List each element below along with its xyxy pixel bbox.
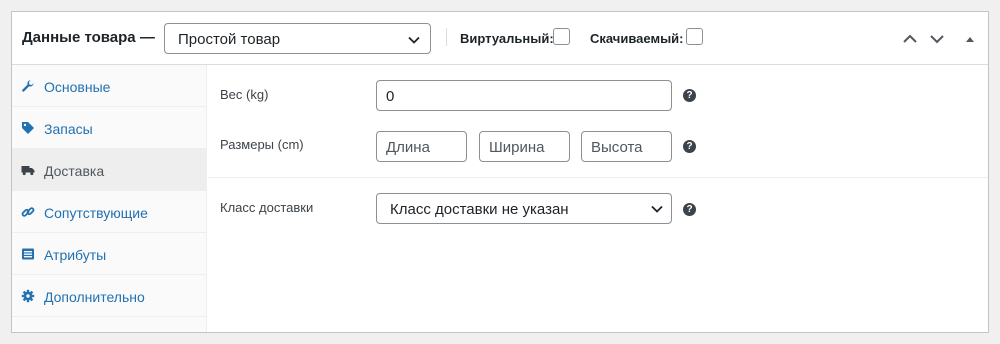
tab-inventory-label: Запасы <box>44 121 93 137</box>
panel-header: Данные товара — Простой товар Виртуальны… <box>12 12 988 65</box>
height-placeholder: Высота <box>591 139 643 156</box>
tab-attributes-label: Атрибуты <box>44 247 107 263</box>
tab-inventory[interactable]: Запасы <box>12 107 207 149</box>
length-placeholder: Длина <box>386 139 430 156</box>
chevron-down-icon <box>930 35 944 44</box>
product-type-value: Простой товар <box>178 31 281 48</box>
weight-input[interactable]: 0 <box>376 80 672 111</box>
weight-value: 0 <box>386 88 395 105</box>
collapse-toggle-button[interactable] <box>960 29 980 49</box>
tab-linked-products[interactable]: Сопутствующие <box>12 191 207 233</box>
tab-shipping-label: Доставка <box>44 163 105 179</box>
chevron-down-icon <box>651 205 663 213</box>
move-down-button[interactable] <box>927 29 947 49</box>
virtual-checkbox[interactable] <box>553 28 570 45</box>
virtual-label: Виртуальный: <box>460 31 554 46</box>
shipping-options-panel: Вес (kg) 0 ? Размеры (cm) Длина Ширина В… <box>208 65 988 332</box>
tab-advanced[interactable]: Дополнительно <box>12 275 207 317</box>
chevron-up-icon <box>903 34 917 43</box>
tag-icon <box>22 122 34 134</box>
shipping-class-select[interactable]: Класс доставки не указан <box>376 193 672 224</box>
height-input[interactable]: Высота <box>581 131 672 162</box>
shipping-class-label: Класс доставки <box>220 200 314 215</box>
dimensions-label: Размеры (cm) <box>220 137 304 152</box>
shipping-class-value: Класс доставки не указан <box>390 201 569 218</box>
tab-shipping[interactable]: Доставка <box>12 149 207 191</box>
tab-general-label: Основные <box>44 79 111 95</box>
list-icon <box>22 248 34 260</box>
dimensions-help-icon[interactable]: ? <box>683 140 696 153</box>
downloadable-label: Скачиваемый: <box>590 31 684 46</box>
wrench-icon <box>22 80 34 92</box>
product-data-panel: Данные товара — Простой товар Виртуальны… <box>11 11 989 333</box>
triangle-up-icon <box>966 37 974 42</box>
width-placeholder: Ширина <box>489 139 545 156</box>
chevron-down-icon <box>408 36 420 44</box>
link-icon <box>21 207 35 217</box>
weight-label: Вес (kg) <box>220 87 269 102</box>
header-separator <box>446 28 447 46</box>
product-type-select[interactable]: Простой товар <box>164 23 431 54</box>
panel-title: Данные товара — <box>22 29 155 46</box>
section-divider <box>208 177 988 178</box>
tab-linked-products-label: Сопутствующие <box>44 205 148 221</box>
truck-icon <box>21 166 35 176</box>
shipping-class-help-icon[interactable]: ? <box>683 203 696 216</box>
tab-attributes[interactable]: Атрибуты <box>12 233 207 275</box>
gear-icon <box>21 289 35 303</box>
length-input[interactable]: Длина <box>376 131 467 162</box>
weight-help-icon[interactable]: ? <box>683 89 696 102</box>
width-input[interactable]: Ширина <box>479 131 570 162</box>
move-up-button[interactable] <box>900 29 920 49</box>
tab-general[interactable]: Основные <box>12 65 207 107</box>
downloadable-checkbox[interactable] <box>686 28 703 45</box>
tab-advanced-label: Дополнительно <box>44 289 145 305</box>
product-data-tabs: Основные Запасы Доставка Сопутствующие А… <box>12 65 207 332</box>
